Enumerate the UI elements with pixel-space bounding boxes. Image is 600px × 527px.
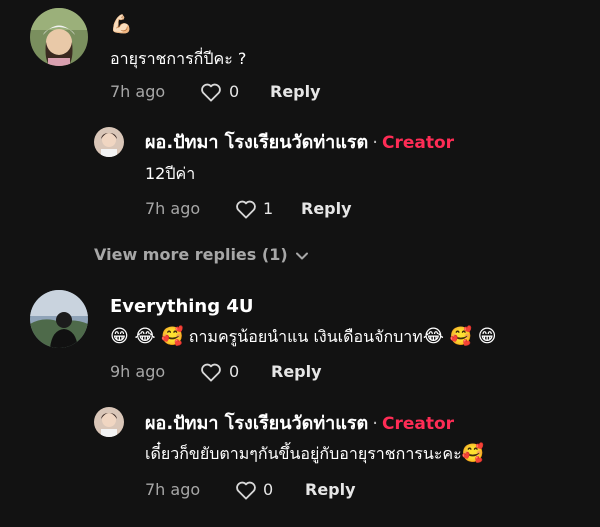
commenter-name[interactable]: ผอ.ปัทมา โรงเรียนวัดท่าแรต · Creator (145, 413, 454, 435)
comment-emoji-trail: 🥰 (461, 443, 485, 464)
heart-outline-icon[interactable] (235, 199, 257, 225)
timestamp: 9h ago (110, 362, 166, 381)
reply-button[interactable]: Reply (305, 479, 356, 501)
comment-text: เดี๋ยวก็ขยับตามๆกันขึ้นอยู่กับอายุราชการ… (145, 444, 462, 463)
comment-meta: 7h ago 1 Reply (145, 198, 405, 220)
chevron-down-icon (295, 252, 308, 259)
comment-emoji-trail: 😂 🥰 😁 (422, 326, 497, 347)
comment-text-row: เดี๋ยวก็ขยับตามๆกันขึ้นอยู่กับอายุราชการ… (145, 443, 484, 465)
reply-button[interactable]: Reply (271, 361, 322, 383)
timestamp: 7h ago (145, 480, 201, 499)
reply-button[interactable]: Reply (301, 198, 352, 220)
heart-outline-icon[interactable] (235, 480, 257, 506)
comment-meta: 7h ago 0 Reply (110, 81, 370, 103)
commenter-emoji[interactable]: 💪🏻 (110, 14, 132, 36)
timestamp: 7h ago (110, 82, 166, 101)
comment-emoji-lead: 😁 😂 🥰 (110, 326, 184, 347)
view-more-replies-button[interactable]: View more replies (1) (94, 244, 308, 266)
avatar[interactable] (30, 8, 88, 66)
heart-outline-icon[interactable] (200, 82, 222, 108)
timestamp: 7h ago (145, 199, 201, 218)
reply-button[interactable]: Reply (270, 81, 321, 103)
comment-text: อายุราชการกี่ปีคะ ? (110, 49, 247, 68)
like-count: 0 (229, 82, 240, 101)
like-count: 0 (263, 480, 274, 499)
avatar[interactable] (94, 407, 124, 437)
like-count: 1 (263, 199, 274, 218)
heart-outline-icon[interactable] (200, 362, 222, 388)
commenter-name[interactable]: ผอ.ปัทมา โรงเรียนวัดท่าแรต · Creator (145, 132, 454, 154)
comment-text: ถามครูน้อยนำแน เงินเดือนจักบาท (188, 327, 423, 346)
like-count: 0 (229, 362, 240, 381)
comment-text: 12ปีค่า (145, 164, 196, 183)
comment-meta: 9h ago 0 Reply (110, 361, 370, 383)
avatar[interactable] (30, 290, 88, 348)
comment-text-row: 😁 😂 🥰 ถามครูน้อยนำแน เงินเดือนจักบาท😂 🥰 … (110, 326, 496, 348)
creator-badge: Creator (382, 133, 455, 153)
avatar[interactable] (94, 127, 124, 157)
comment-meta: 7h ago 0 Reply (145, 479, 405, 501)
commenter-name[interactable]: Everything 4U (110, 296, 254, 318)
creator-badge: Creator (382, 414, 455, 434)
